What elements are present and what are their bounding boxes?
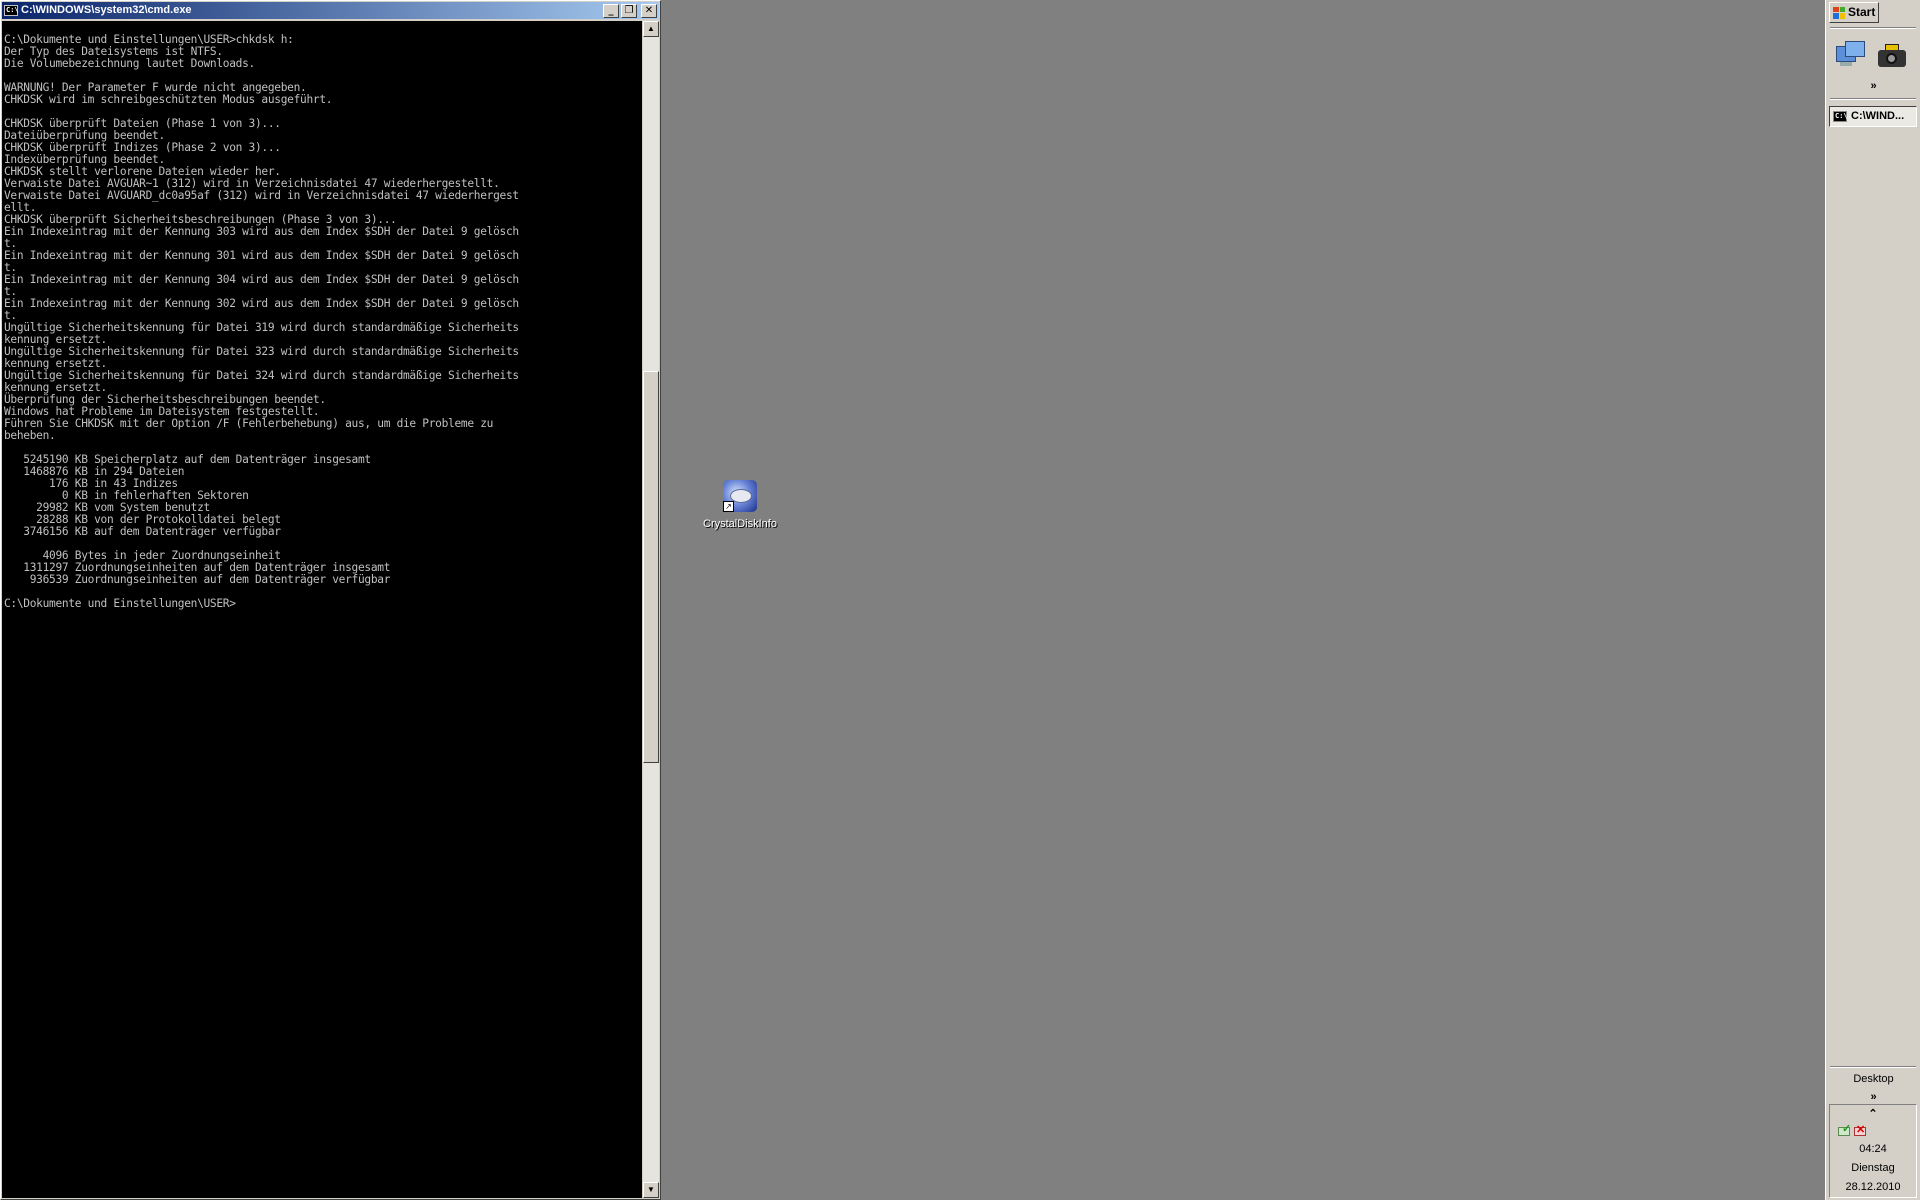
- show-desktop-icon[interactable]: [1834, 38, 1866, 70]
- console-window: C:\ C:\WINDOWS\system32\cmd.exe _ ❐ ✕ C:…: [0, 0, 661, 1200]
- taskbar-button-cmd[interactable]: C:\ C:\WIND...: [1829, 106, 1917, 127]
- clock-time[interactable]: 04:24: [1830, 1143, 1916, 1155]
- taskbar-button-label: C:\WIND...: [1851, 110, 1905, 122]
- shortcut-arrow-icon: ↗: [723, 501, 734, 512]
- network-error-icon[interactable]: ✕: [1854, 1124, 1868, 1137]
- camera-icon[interactable]: [1876, 38, 1908, 70]
- restore-button[interactable]: ❐: [621, 3, 637, 18]
- taskbar: Start » C:\ C:\WIND... Desktop » ⌃ ✓ ✕ 0…: [1825, 0, 1920, 1200]
- system-tray: ⌃ ✓ ✕ 04:24 Dienstag 28.12.2010: [1829, 1104, 1917, 1198]
- scrollbar-thumb[interactable]: [643, 371, 659, 763]
- console-task-icon: C:\: [1833, 111, 1848, 122]
- close-button[interactable]: ✕: [641, 3, 657, 18]
- console-output[interactable]: C:\Dokumente und Einstellungen\USER>chkd…: [2, 21, 642, 1198]
- start-button[interactable]: Start: [1829, 2, 1879, 23]
- taskbar-divider: [1830, 98, 1916, 100]
- console-app-icon[interactable]: C:\: [4, 5, 19, 16]
- scroll-up-icon[interactable]: ▲: [643, 21, 659, 37]
- scroll-down-icon[interactable]: ▼: [643, 1182, 659, 1198]
- clock-day[interactable]: Dienstag: [1830, 1162, 1916, 1174]
- minimize-button[interactable]: _: [603, 3, 619, 18]
- console-title-bar[interactable]: C:\ C:\WINDOWS\system32\cmd.exe _ ❐ ✕: [2, 2, 659, 19]
- crystaldiskinfo-icon: ↗: [723, 480, 757, 512]
- taskbar-divider: [1830, 1066, 1916, 1068]
- desktop-icon-crystaldiskinfo[interactable]: ↗ CrystalDiskInfo: [694, 480, 786, 530]
- clock-date[interactable]: 28.12.2010: [1830, 1181, 1916, 1193]
- quicklaunch-more-icon[interactable]: »: [1826, 80, 1920, 92]
- desktop-toolbar-label[interactable]: Desktop: [1826, 1073, 1920, 1085]
- taskbar-divider: [1830, 27, 1916, 29]
- windows-flag-icon: [1833, 6, 1845, 19]
- console-window-title: C:\WINDOWS\system32\cmd.exe: [21, 4, 192, 16]
- desktop-toolbar-more-icon[interactable]: »: [1826, 1091, 1920, 1103]
- tray-expand-icon[interactable]: ⌃: [1830, 1107, 1916, 1120]
- desktop-icon-label: CrystalDiskInfo: [703, 518, 777, 530]
- console-vertical-scrollbar[interactable]: ▲ ▼: [643, 21, 659, 1198]
- network-ok-icon[interactable]: ✓: [1838, 1123, 1852, 1137]
- start-label: Start: [1848, 5, 1876, 19]
